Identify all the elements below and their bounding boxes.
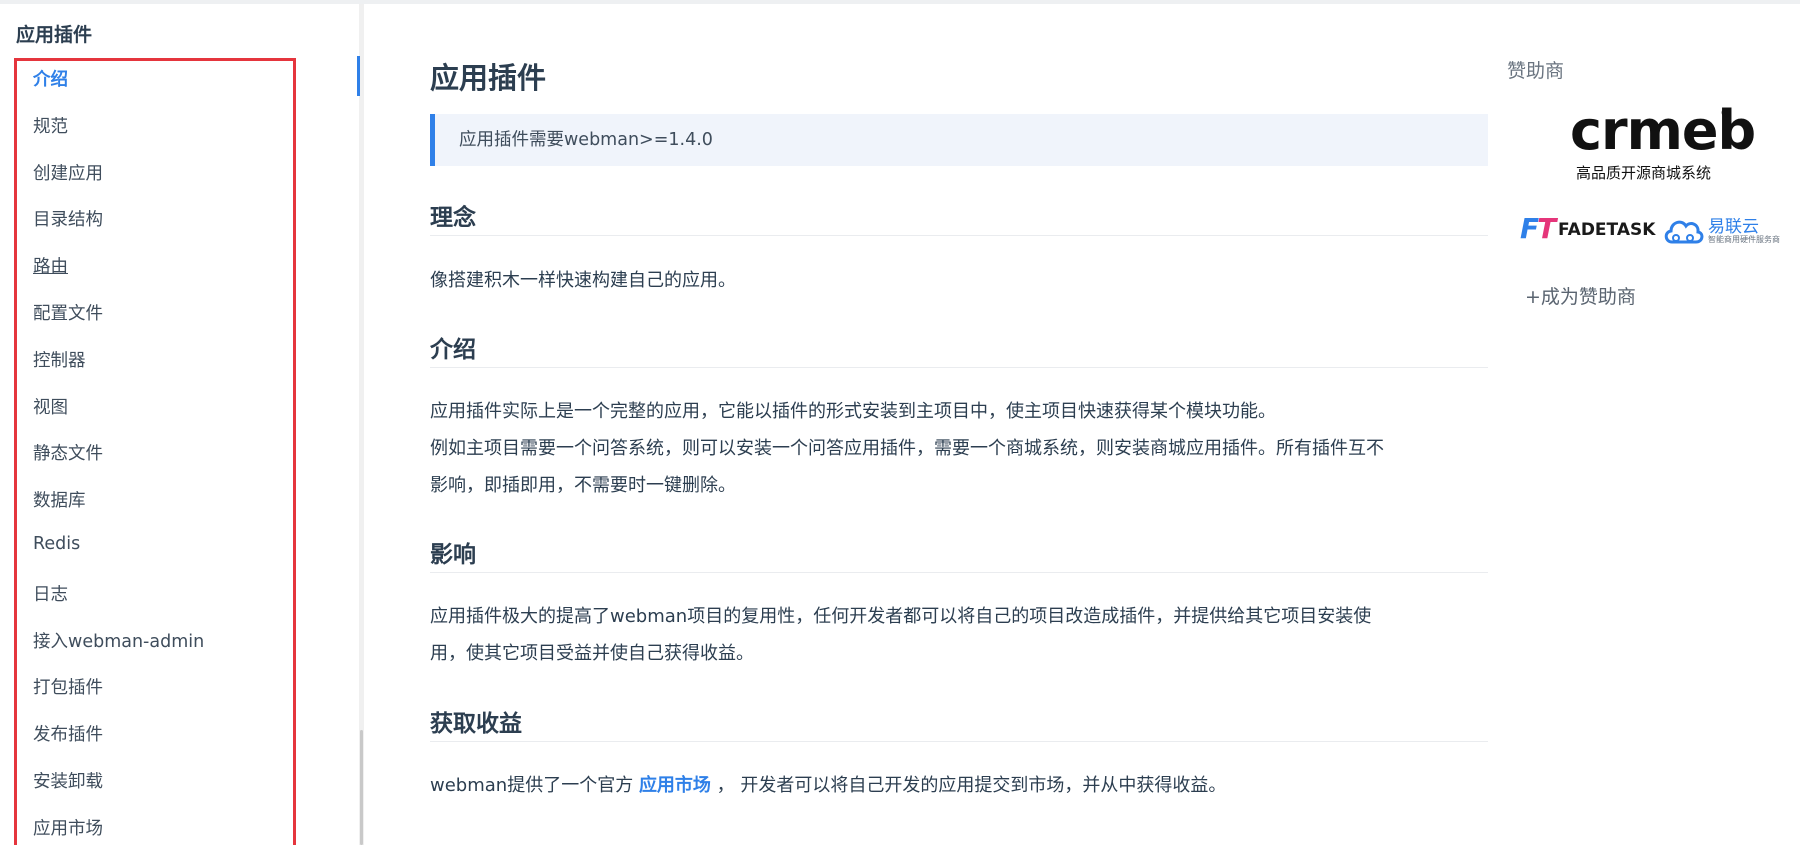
section-heading-impact: 影响 — [430, 542, 476, 568]
section-divider — [430, 235, 1488, 236]
sidebar-item-standards[interactable]: 规范 — [33, 113, 68, 138]
section-heading-intro: 介绍 — [430, 337, 476, 363]
section-heading-income: 获取收益 — [430, 711, 522, 737]
sidebar-item-app-market[interactable]: 应用市场 — [33, 815, 103, 840]
sidebar-item-install-uninstall[interactable]: 安装卸载 — [33, 768, 103, 793]
page-title: 应用插件 — [430, 61, 547, 95]
yilianyun-tagline: 智能商用硬件服务商 — [1708, 235, 1780, 244]
intro-paragraph-line-2: 例如主项目需要一个问答系统，则可以安装一个问答应用插件，需要一个商城系统，则安装… — [430, 438, 1384, 459]
intro-paragraph-line-1: 应用插件实际上是一个完整的应用，它能以插件的形式安装到主项目中，使主项目快速获得… — [430, 401, 1276, 422]
section-divider — [430, 572, 1488, 573]
section-heading-concept: 理念 — [430, 205, 476, 231]
income-text-before: webman提供了一个官方 — [430, 775, 634, 796]
fadetask-mark-icon: FT — [1520, 212, 1556, 245]
sidebar-scrollbar-track[interactable] — [359, 4, 364, 845]
sidebar-item-publish-plugin[interactable]: 发布插件 — [33, 721, 103, 746]
cloud-icon — [1664, 220, 1704, 244]
income-paragraph: webman提供了一个官方 应用市场 ， 开发者可以将自己开发的应用提交到市场，… — [430, 767, 1490, 804]
sidebar-item-log[interactable]: 日志 — [33, 581, 68, 606]
sponsors-title: 赞助商 — [1507, 60, 1565, 82]
impact-paragraph-line-1: 应用插件极大的提高了webman项目的复用性，任何开发者都可以将自己的项目改造成… — [430, 606, 1372, 627]
income-text-after: ， 开发者可以将自己开发的应用提交到市场，并从中获得收益。 — [716, 775, 1227, 796]
sidebar-group-heading[interactable]: 应用插件 — [16, 20, 92, 47]
section-divider — [430, 367, 1488, 368]
sidebar-item-redis[interactable]: Redis — [33, 534, 80, 554]
active-indicator — [357, 56, 360, 96]
section-divider — [430, 741, 1488, 742]
fadetask-name: FADETASK — [1558, 220, 1656, 240]
sidebar-item-create-app[interactable]: 创建应用 — [33, 160, 103, 185]
version-tip-text: 应用插件需要webman>=1.4.0 — [459, 130, 713, 150]
sidebar-item-package-plugin[interactable]: 打包插件 — [33, 674, 103, 699]
sidebar-item-controller[interactable]: 控制器 — [33, 347, 86, 372]
sidebar-item-intro[interactable]: 介绍 — [33, 66, 68, 91]
crmeb-sponsor-logo[interactable]: crmeb ® 高品质开源商城系统 — [1570, 104, 1756, 184]
sidebar-item-database[interactable]: 数据库 — [33, 487, 86, 512]
sidebar-item-routing[interactable]: 路由 — [33, 253, 68, 278]
sidebar-item-directory-structure[interactable]: 目录结构 — [33, 206, 103, 231]
version-tip: 应用插件需要webman>=1.4.0 — [430, 114, 1488, 166]
intro-paragraph-line-3: 影响，即插即用，不需要时一键删除。 — [430, 475, 736, 496]
app-market-link[interactable]: 应用市场 — [639, 775, 711, 796]
sidebar-item-webman-admin[interactable]: 接入webman-admin — [33, 628, 204, 653]
yilianyun-sponsor-logo[interactable]: 易联云 智能商用硬件服务商 — [1660, 210, 1790, 250]
sidebar-item-static-files[interactable]: 静态文件 — [33, 440, 103, 465]
become-sponsor-link[interactable]: +成为赞助商 — [1525, 282, 1636, 309]
concept-paragraph: 像搭建积木一样快速构建自己的应用。 — [430, 270, 736, 291]
registered-mark: ® — [1720, 106, 1732, 120]
sidebar-scrollbar-thumb[interactable] — [360, 730, 363, 845]
crmeb-tagline: 高品质开源商城系统 — [1576, 164, 1712, 182]
sidebar-item-config[interactable]: 配置文件 — [33, 300, 103, 325]
impact-paragraph-line-2: 用，使其它项目受益并使自己获得收益。 — [430, 643, 754, 664]
sidebar-item-view[interactable]: 视图 — [33, 394, 68, 419]
